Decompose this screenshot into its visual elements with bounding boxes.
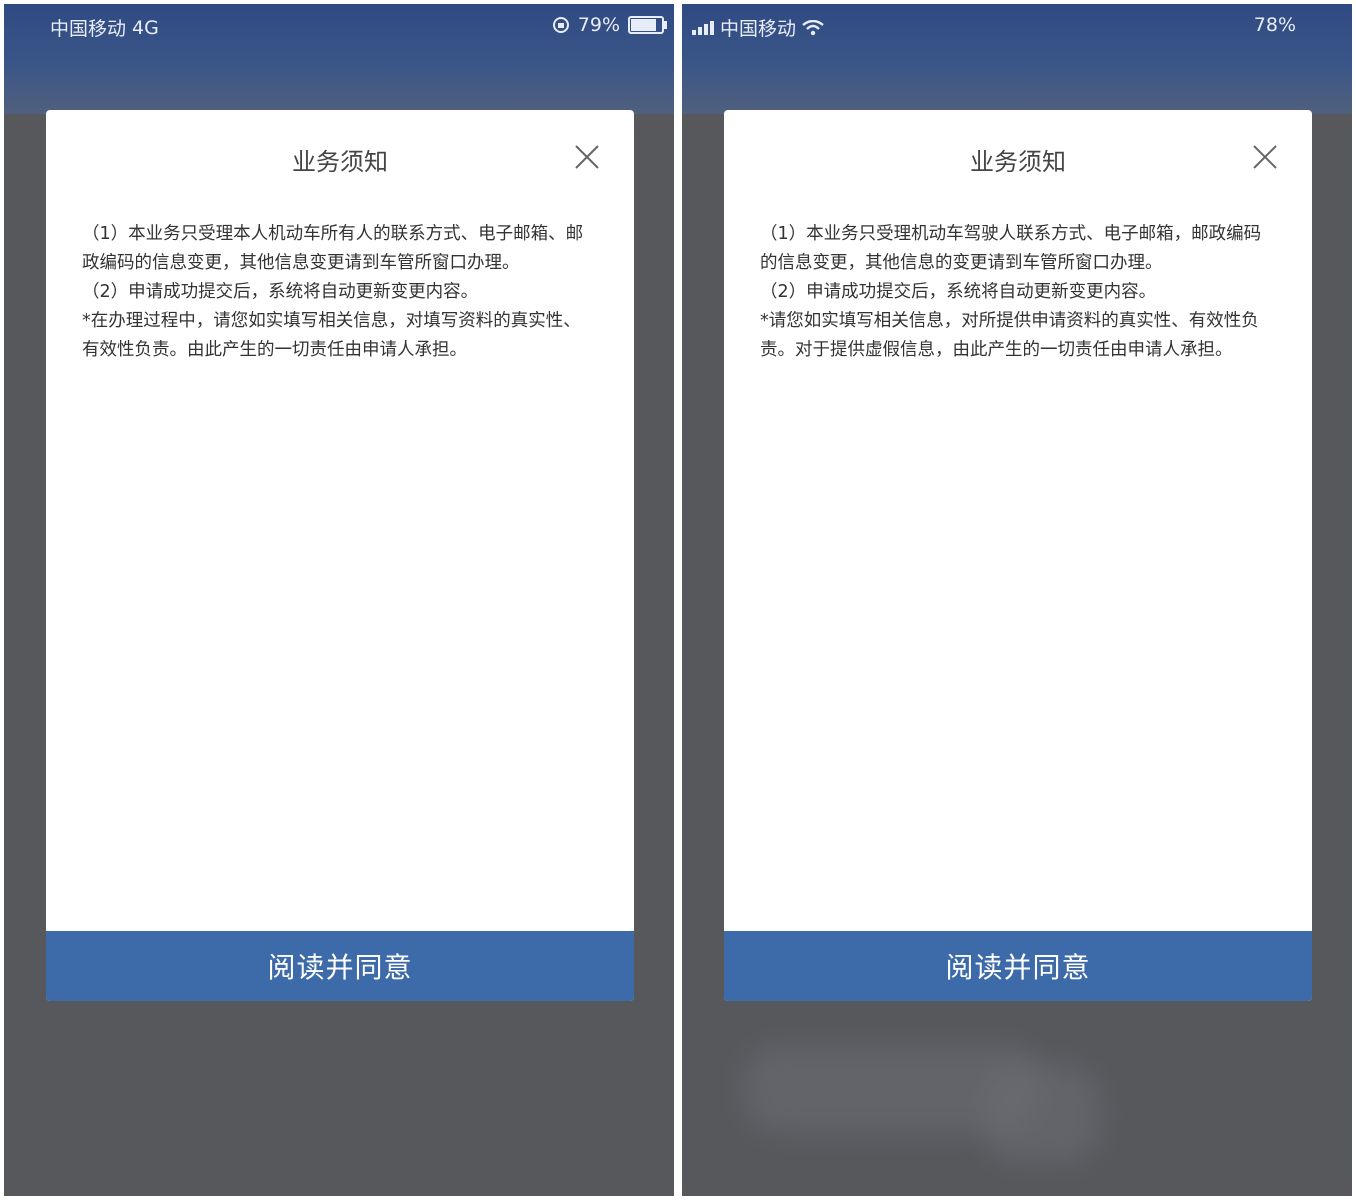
carrier-label: 中国移动 bbox=[50, 18, 127, 40]
battery-percent: 79% bbox=[577, 14, 620, 36]
notice-paragraph: （1）本业务只受理本人机动车所有人的联系方式、电子邮箱、邮政编码的信息变更，其他… bbox=[82, 224, 584, 273]
left-phone-screen: 中国移动 4G 79% 业务须知 （1）本业务只受理本人机动车所有人的联系方式、… bbox=[4, 4, 674, 1196]
network-label: 4G bbox=[132, 16, 159, 39]
notice-paragraph: （2）申请成功提交后，系统将自动更新变更内容。 bbox=[760, 282, 1157, 302]
rotation-lock-icon bbox=[552, 17, 569, 33]
notice-paragraph: （2）申请成功提交后，系统将自动更新变更内容。 bbox=[82, 282, 479, 302]
notice-paragraph: *请您如实填写相关信息，对所提供申请资料的真实性、有效性负责。对于提供虚假信息，… bbox=[760, 311, 1259, 360]
status-bar: 中国移动 78% bbox=[682, 10, 1352, 40]
right-phone-screen: 中国移动 78% 业务须知 （1）本业务只受理机动车驾驶人联系方式、电子邮箱，邮… bbox=[682, 4, 1352, 1196]
close-icon[interactable] bbox=[1250, 142, 1280, 172]
background-blur bbox=[982, 1064, 1102, 1164]
close-icon[interactable] bbox=[572, 142, 602, 172]
wifi-icon bbox=[802, 19, 824, 35]
notice-dialog: 业务须知 （1）本业务只受理机动车驾驶人联系方式、电子邮箱，邮政编码的信息变更，… bbox=[724, 110, 1312, 1001]
status-bar: 中国移动 4G 79% bbox=[4, 10, 674, 40]
notice-dialog: 业务须知 （1）本业务只受理本人机动车所有人的联系方式、电子邮箱、邮政编码的信息… bbox=[46, 110, 634, 1001]
battery-icon bbox=[628, 16, 667, 34]
carrier-label: 中国移动 bbox=[720, 18, 797, 40]
battery-percent: 78% bbox=[1253, 14, 1296, 36]
dialog-title: 业务须知 bbox=[292, 148, 388, 176]
dialog-body: （1）本业务只受理本人机动车所有人的联系方式、电子邮箱、邮政编码的信息变更，其他… bbox=[82, 220, 598, 365]
dialog-title: 业务须知 bbox=[970, 148, 1066, 176]
agree-button[interactable]: 阅读并同意 bbox=[724, 931, 1312, 1001]
notice-paragraph: （1）本业务只受理机动车驾驶人联系方式、电子邮箱，邮政编码的信息变更，其他信息的… bbox=[760, 224, 1262, 273]
agree-button[interactable]: 阅读并同意 bbox=[46, 931, 634, 1001]
notice-paragraph: *在办理过程中，请您如实填写相关信息，对填写资料的真实性、有效性负责。由此产生的… bbox=[82, 311, 581, 360]
signal-icon bbox=[692, 20, 714, 35]
dialog-body: （1）本业务只受理机动车驾驶人联系方式、电子邮箱，邮政编码的信息变更，其他信息的… bbox=[760, 220, 1276, 365]
